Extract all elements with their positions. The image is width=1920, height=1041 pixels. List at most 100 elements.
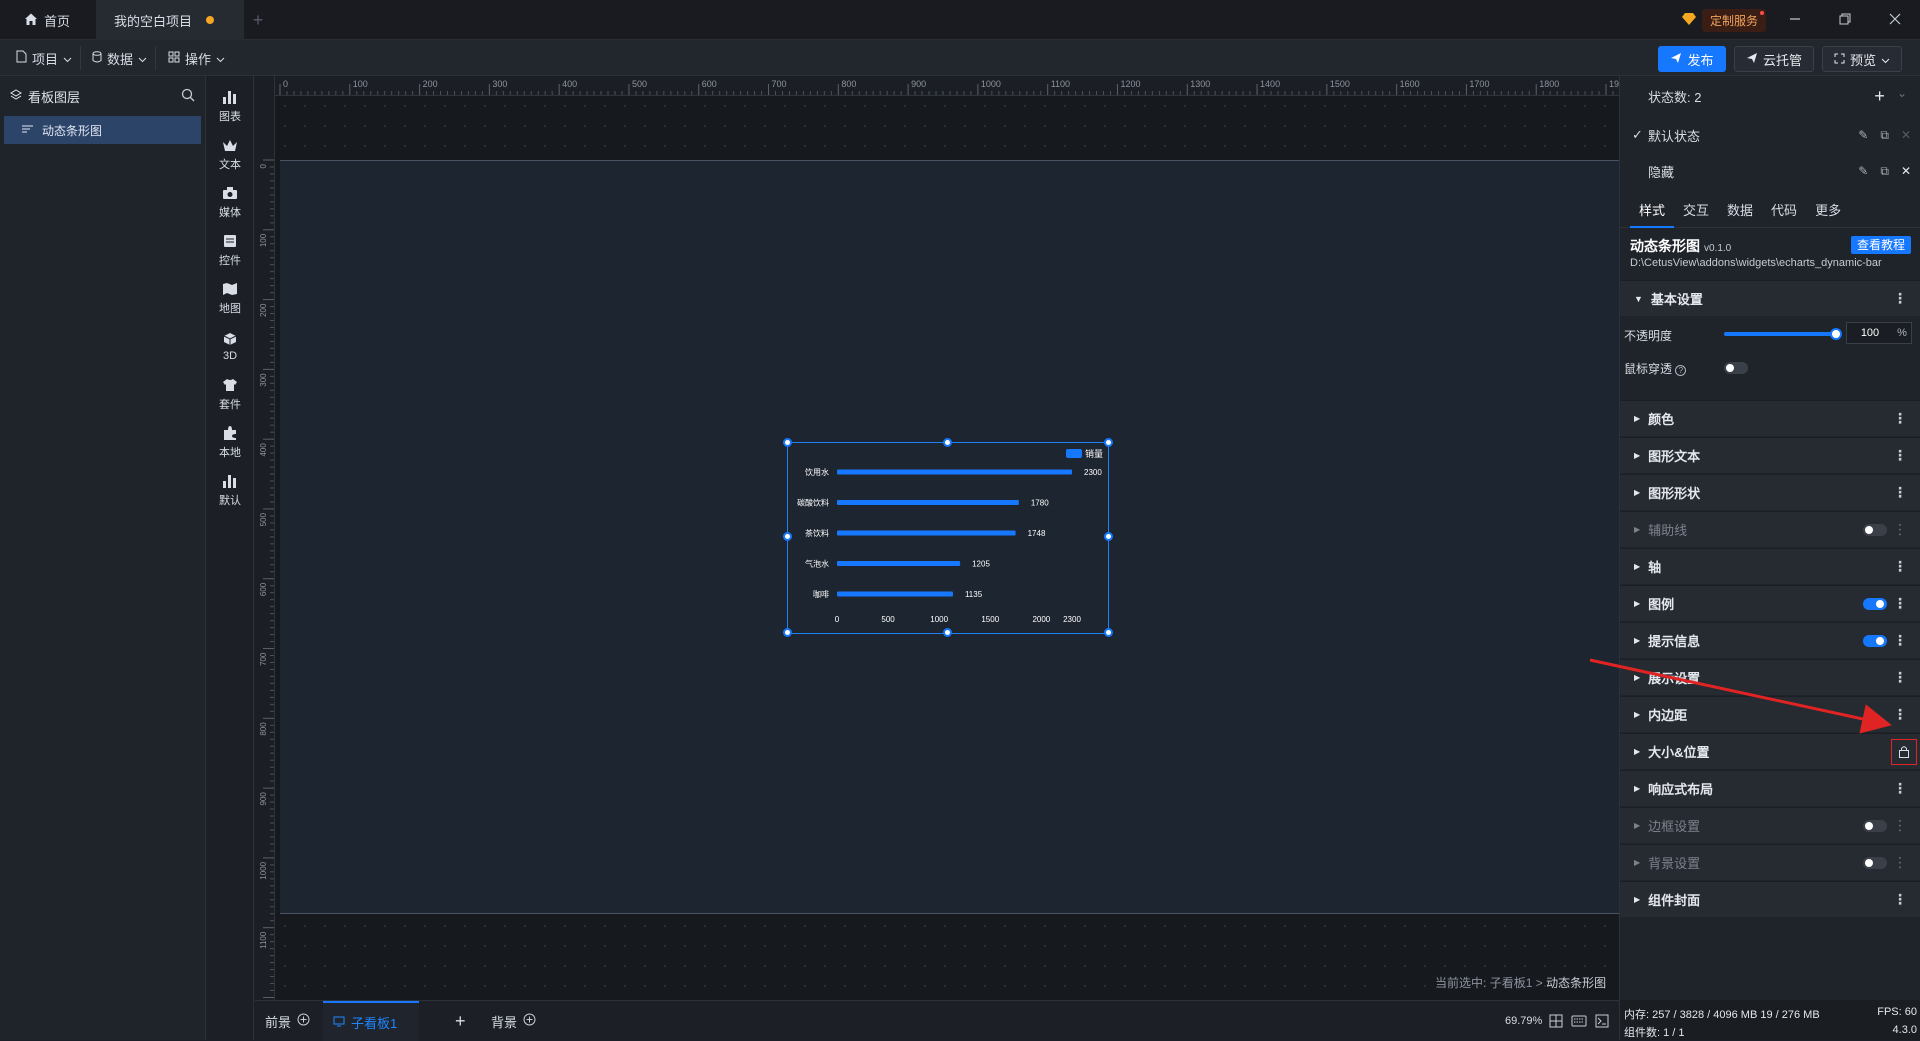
section-item[interactable]: ▶ 图例 ⋮: [1620, 585, 1920, 621]
resize-handle-se[interactable]: [1104, 628, 1113, 637]
section-item[interactable]: ▶ 响应式布局 ⋮: [1620, 770, 1920, 806]
more-vertical-icon[interactable]: ⋮: [1893, 780, 1907, 797]
ruler-vertical[interactable]: 0100200300400500600700800900100011001200: [255, 76, 275, 1000]
section-item[interactable]: ▶ 提示信息 ⋮: [1620, 622, 1920, 658]
menu-operation[interactable]: 操作: [160, 46, 233, 70]
section-item[interactable]: ▶ 展示设置 ⋮: [1620, 659, 1920, 695]
section-toggle[interactable]: [1863, 597, 1887, 610]
terminal-icon[interactable]: [1595, 1001, 1609, 1041]
more-vertical-icon[interactable]: ⋮: [1893, 521, 1907, 538]
tutorial-button[interactable]: 查看教程: [1851, 236, 1911, 254]
background-layer-tab[interactable]: 背景: [491, 1001, 536, 1041]
more-vertical-icon[interactable]: ⋮: [1893, 558, 1907, 575]
add-circle-icon[interactable]: [297, 1013, 310, 1029]
section-item[interactable]: ▶ 轴 ⋮: [1620, 548, 1920, 584]
more-vertical-icon[interactable]: ⋮: [1893, 669, 1907, 686]
resize-handle-ne[interactable]: [1104, 438, 1113, 447]
more-vertical-icon[interactable]: ⋮: [1893, 632, 1907, 649]
copy-icon[interactable]: ⧉: [1880, 164, 1889, 179]
section-toggle[interactable]: [1863, 856, 1887, 869]
section-item[interactable]: ▶ 颜色 ⋮: [1620, 400, 1920, 436]
slider-handle[interactable]: [1830, 328, 1842, 340]
section-item[interactable]: ▶ 辅助线 ⋮: [1620, 511, 1920, 547]
publish-button[interactable]: 发布: [1658, 46, 1726, 72]
section-item[interactable]: ▶ 边框设置 ⋮: [1620, 807, 1920, 843]
new-tab-button[interactable]: +: [246, 8, 270, 32]
tool-kit[interactable]: 套件: [206, 370, 254, 418]
tool-text[interactable]: 文本: [206, 130, 254, 178]
tool-default[interactable]: 默认: [206, 466, 254, 514]
custom-service-button[interactable]: 定制服务: [1682, 8, 1767, 32]
more-vertical-icon[interactable]: ⋮: [1893, 854, 1907, 871]
state-default[interactable]: ✓ 默认状态 ✎ ⧉ ✕: [1620, 117, 1920, 153]
opacity-slider[interactable]: [1724, 328, 1842, 340]
more-vertical-icon[interactable]: ⋮: [1893, 595, 1907, 612]
chevron-down-icon[interactable]: ⌄: [1897, 86, 1907, 107]
selected-widget[interactable]: 销量 饮用水 2300 碳酸饮料 1780 茶饮料 1748 气泡水 1205 咖啡 1135 0 50…: [787, 442, 1109, 634]
tab-home[interactable]: 首页: [6, 0, 94, 40]
section-toggle[interactable]: [1863, 819, 1887, 832]
minimize-button[interactable]: [1770, 0, 1820, 40]
more-vertical-icon[interactable]: ⋮: [1893, 290, 1907, 307]
resize-handle-nw[interactable]: [783, 438, 792, 447]
section-basic[interactable]: ▼ 基本设置 ⋮: [1620, 280, 1920, 316]
tab-style[interactable]: 样式: [1630, 194, 1675, 228]
state-hidden[interactable]: 隐藏 ✎ ⧉ ✕: [1620, 153, 1920, 189]
section-item[interactable]: ▶ 组件封面 ⋮: [1620, 881, 1920, 917]
edit-icon[interactable]: ✎: [1858, 164, 1868, 179]
add-state-icon[interactable]: +: [1874, 86, 1885, 107]
more-vertical-icon[interactable]: ⋮: [1893, 484, 1907, 501]
resize-handle-sw[interactable]: [783, 628, 792, 637]
zoom-level[interactable]: 69.79%: [1505, 1001, 1542, 1041]
lock-icon[interactable]: [1891, 738, 1917, 765]
tab-code[interactable]: 代码: [1762, 194, 1806, 228]
resize-handle-n[interactable]: [943, 438, 952, 447]
tab-more[interactable]: 更多: [1806, 194, 1850, 228]
search-icon[interactable]: [181, 88, 195, 105]
tool-local[interactable]: 本地: [206, 418, 254, 466]
resize-handle-e[interactable]: [1104, 532, 1113, 541]
more-vertical-icon[interactable]: ⋮: [1893, 706, 1907, 723]
tool-map[interactable]: 地图: [206, 274, 254, 322]
resize-handle-s[interactable]: [943, 628, 952, 637]
add-board-button[interactable]: +: [455, 1001, 466, 1041]
section-item[interactable]: ▶ 内边距 ⋮: [1620, 696, 1920, 732]
menu-project[interactable]: 项目: [8, 46, 82, 70]
tool-media[interactable]: 媒体: [206, 178, 254, 226]
cloud-host-button[interactable]: 云托管: [1734, 46, 1814, 72]
add-circle-icon[interactable]: [523, 1013, 536, 1029]
fit-screen-icon[interactable]: [1549, 1001, 1563, 1041]
more-vertical-icon[interactable]: ⋮: [1893, 817, 1907, 834]
tab-data[interactable]: 数据: [1718, 194, 1762, 228]
preview-button[interactable]: 预览: [1822, 46, 1902, 72]
section-item[interactable]: ▶ 图形形状 ⋮: [1620, 474, 1920, 510]
section-toggle[interactable]: [1863, 634, 1887, 647]
close-icon[interactable]: ✕: [1901, 164, 1911, 179]
edit-icon[interactable]: ✎: [1858, 128, 1868, 143]
tab-project[interactable]: 我的空白项目: [96, 0, 244, 40]
menu-data[interactable]: 数据: [84, 46, 157, 70]
restore-button[interactable]: [1820, 0, 1870, 40]
section-toggle[interactable]: [1863, 523, 1887, 536]
keyboard-icon[interactable]: [1571, 1001, 1587, 1041]
breadcrumb-path[interactable]: 子看板1 >: [1490, 976, 1543, 990]
tab-interaction[interactable]: 交互: [1674, 194, 1718, 228]
more-vertical-icon[interactable]: ⋮: [1893, 891, 1907, 908]
mouse-through-toggle[interactable]: [1724, 362, 1748, 374]
section-item[interactable]: ▶ 背景设置 ⋮: [1620, 844, 1920, 880]
more-vertical-icon[interactable]: ⋮: [1893, 410, 1907, 427]
close-window-button[interactable]: [1870, 0, 1920, 40]
tool-chart[interactable]: 图表: [206, 82, 254, 130]
section-item[interactable]: ▶ 图形文本 ⋮: [1620, 437, 1920, 473]
tool-control[interactable]: 控件: [206, 226, 254, 274]
resize-handle-w[interactable]: [783, 532, 792, 541]
tool-3d[interactable]: 3D: [206, 322, 254, 370]
board-tab-active[interactable]: 子看板1: [323, 1001, 419, 1041]
section-item[interactable]: ▶ 大小&位置: [1620, 733, 1920, 769]
ruler-horizontal[interactable]: 0 100 200 300 400 500 600 700 800 900 1000 1100 1200…: [255, 76, 1619, 96]
opacity-input[interactable]: 100 %: [1846, 322, 1912, 344]
more-vertical-icon[interactable]: ⋮: [1893, 447, 1907, 464]
front-layer-tab[interactable]: 前景: [265, 1001, 310, 1041]
layer-item[interactable]: 动态条形图: [4, 116, 201, 144]
copy-icon[interactable]: ⧉: [1880, 128, 1889, 143]
